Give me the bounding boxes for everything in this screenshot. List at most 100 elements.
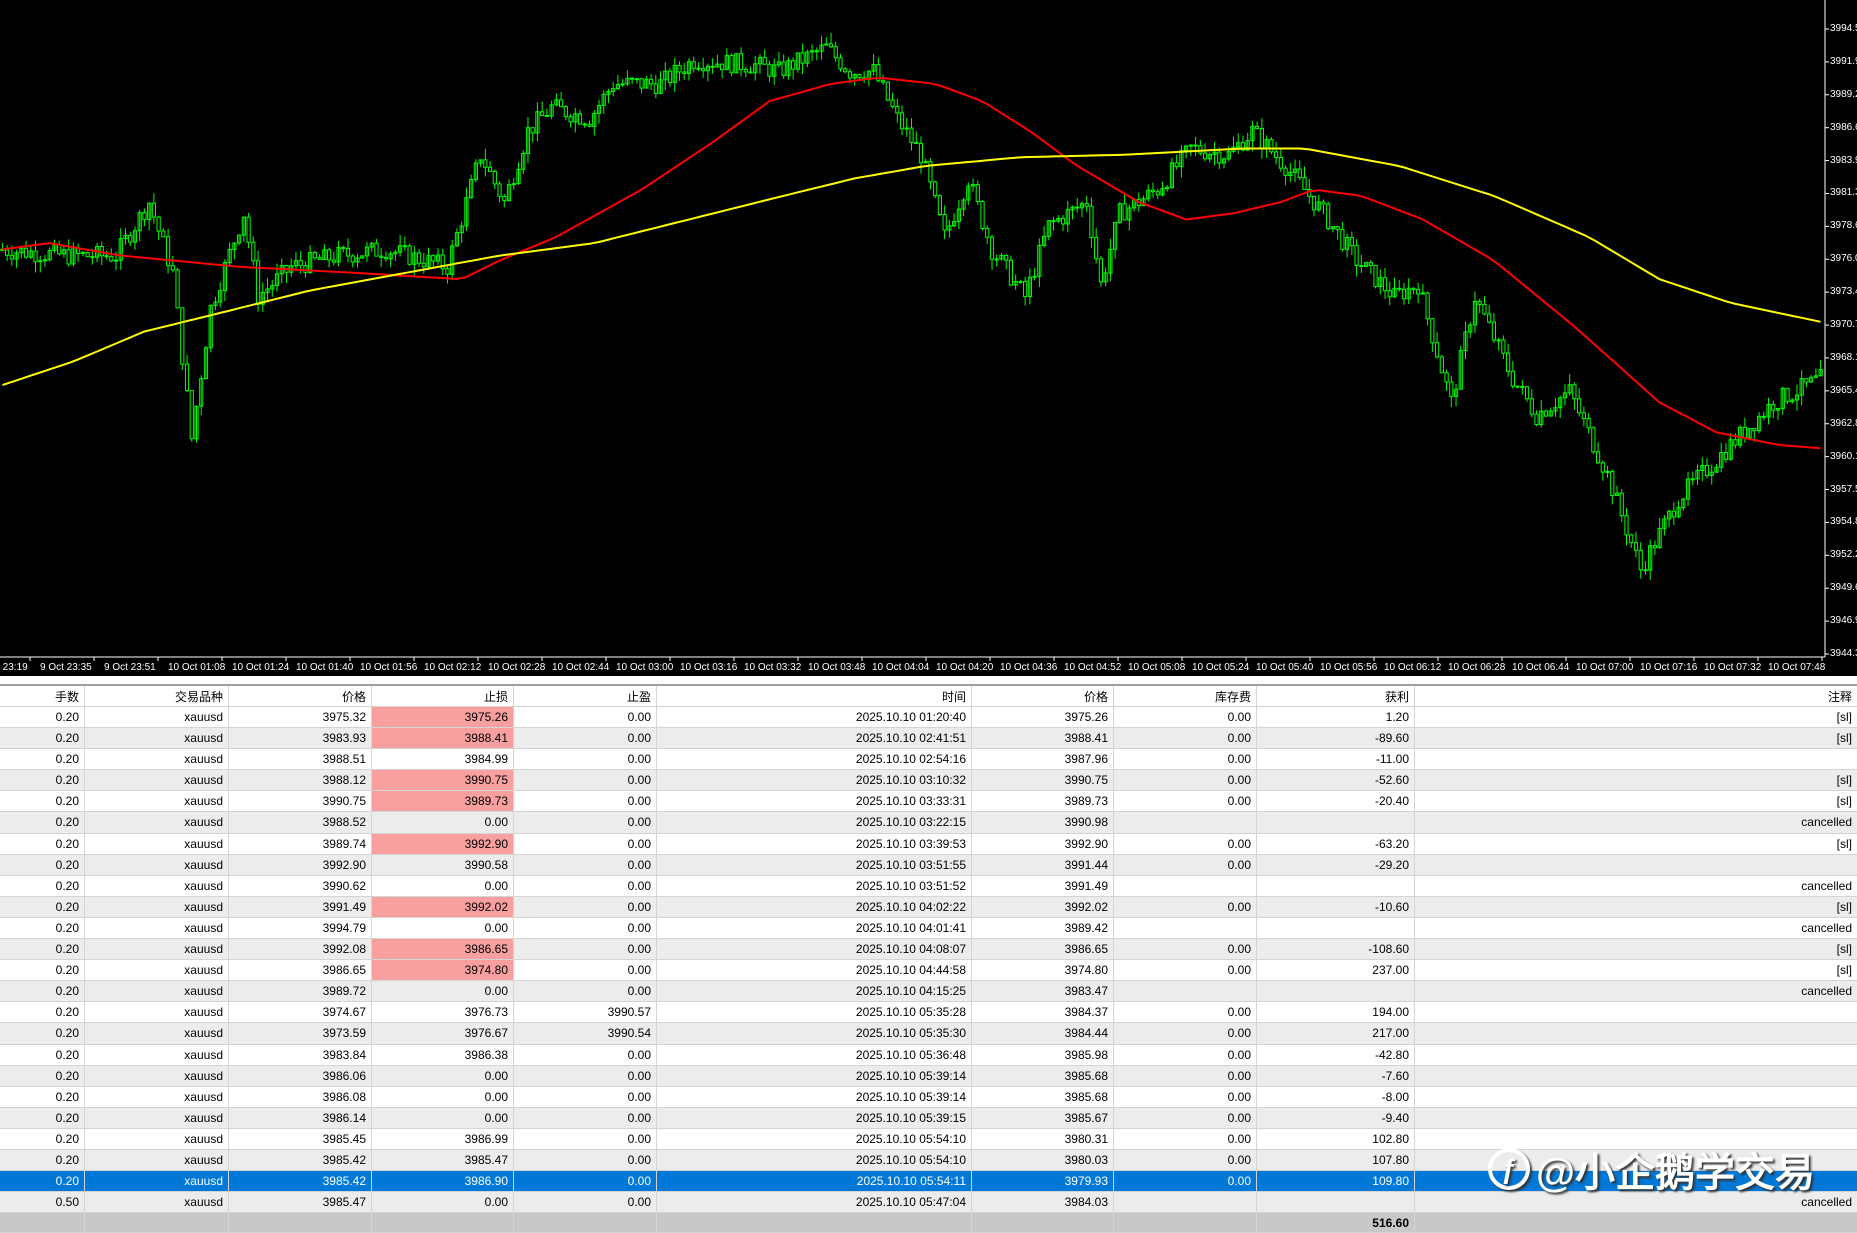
- cell-open-price: 3986.06: [229, 1065, 372, 1086]
- candle: [791, 60, 796, 70]
- cell-swap: 0.00: [1114, 960, 1257, 981]
- candle: [833, 46, 838, 59]
- candle: [890, 99, 895, 107]
- cell-open-price: 3991.49: [229, 896, 372, 917]
- table-row[interactable]: 0.20 xauusd 3983.84 3986.38 0.00 2025.10.10 0…: [0, 1044, 1857, 1066]
- cell-stop-loss: 0.00: [372, 1086, 514, 1107]
- table-row[interactable]: 0.20 xauusd 3992.90 3990.58 0.00 2025.10.10 0…: [0, 854, 1857, 876]
- cell-profit: [1257, 981, 1415, 1002]
- table-row[interactable]: 0.20 xauusd 3975.32 3975.26 0.00 2025.10.10 0…: [0, 707, 1857, 729]
- table-row[interactable]: 0.20 xauusd 3974.67 3976.73 3990.57 2025.10.1…: [0, 1002, 1857, 1024]
- column-header[interactable]: 时间: [657, 686, 972, 706]
- cell-stop-loss: 3989.73: [372, 791, 514, 812]
- candle: [23, 247, 29, 258]
- cell-symbol: xauusd: [85, 1086, 229, 1107]
- candle: [1638, 549, 1643, 571]
- cell-take-profit: 0.00: [514, 1149, 657, 1171]
- cell-comment: cancelled: [1801, 920, 1852, 935]
- cell-take-profit: 0.00: [514, 1044, 657, 1065]
- table-row[interactable]: 0.20 xauusd 3988.51 3984.99 0.00 2025.10.10 0…: [0, 749, 1857, 771]
- cell-profit: [1257, 812, 1415, 833]
- column-header[interactable]: 价格: [229, 686, 372, 706]
- candle: [1321, 201, 1326, 205]
- table-row[interactable]: 0.20 xauusd 3989.72 0.00 0.00 2025.10.10 04:1…: [0, 981, 1857, 1003]
- cell-profit: -108.60: [1257, 939, 1415, 960]
- table-row[interactable]: 0.20 xauusd 3986.65 3974.80 0.00 2025.10.10 0…: [0, 960, 1857, 982]
- cell-close-price: 3983.47: [972, 981, 1114, 1002]
- candle: [161, 230, 166, 238]
- price-axis-label: 3962.8: [1830, 417, 1857, 429]
- cell-symbol: xauusd: [85, 981, 229, 1002]
- candle: [1387, 290, 1392, 298]
- table-row[interactable]: 0.20 xauusd 3986.14 0.00 0.00 2025.10.10 05:3…: [0, 1107, 1857, 1129]
- candle: [80, 252, 85, 255]
- column-header[interactable]: 获利: [1257, 686, 1415, 706]
- candle: [341, 246, 346, 249]
- cell-take-profit: 0.00: [514, 875, 657, 896]
- cell-close-price: 3985.68: [972, 1065, 1114, 1086]
- time-axis-label: 10 Oct 05:08: [1128, 662, 1186, 673]
- cell-profit: -63.20: [1257, 833, 1415, 854]
- cell-open-price: 3986.08: [229, 1086, 372, 1107]
- column-header[interactable]: 止盈: [514, 686, 657, 706]
- cell-stop-loss: 3992.02: [372, 896, 514, 917]
- time-axis-label: 10 Oct 04:20: [936, 662, 994, 673]
- candle: [530, 127, 535, 134]
- cell-swap: [1114, 875, 1257, 896]
- column-header[interactable]: 库存费: [1114, 686, 1257, 706]
- cell-profit: [1257, 1192, 1415, 1213]
- candle: [1008, 259, 1014, 286]
- cell-lots: 0.20: [0, 1149, 85, 1171]
- table-row[interactable]: 0.20 xauusd 3991.49 3992.02 0.00 2025.10.10 0…: [0, 896, 1857, 918]
- time-axis-label: 10 Oct 04:04: [872, 662, 930, 673]
- cell-close-price: 3984.37: [972, 1002, 1114, 1023]
- candle: [620, 83, 625, 86]
- table-row[interactable]: 0.20 xauusd 3986.08 0.00 0.00 2025.10.10 05:3…: [0, 1086, 1857, 1108]
- table-row[interactable]: 0.20 xauusd 3992.08 3986.65 0.00 2025.10.10 0…: [0, 939, 1857, 961]
- price-axis-label: 3989.2: [1830, 88, 1857, 100]
- cell-lots: 0.20: [0, 1044, 85, 1065]
- candle: [568, 116, 573, 123]
- table-row[interactable]: 0.20 xauusd 3994.79 0.00 0.00 2025.10.10 04:0…: [0, 917, 1857, 940]
- table-row[interactable]: 0.20 xauusd 3990.75 3989.73 0.00 2025.10.10 0…: [0, 791, 1857, 813]
- table-row[interactable]: 0.20 xauusd 3986.06 0.00 0.00 2025.10.10 05:3…: [0, 1065, 1857, 1087]
- table-row[interactable]: 0.20 xauusd 3973.59 3976.67 3990.54 2025.10.1…: [0, 1023, 1857, 1045]
- table-row[interactable]: 0.20 xauusd 3983.93 3988.41 0.00 2025.10.10 0…: [0, 728, 1857, 750]
- column-header[interactable]: 手数: [0, 686, 85, 706]
- cell-close-price: 3989.73: [972, 791, 1114, 812]
- candle: [937, 195, 943, 216]
- price-axis-label: 3957.5: [1830, 483, 1857, 495]
- column-header[interactable]: 价格: [972, 686, 1114, 706]
- cell-comment: [sl]: [1836, 942, 1852, 957]
- candle: [1577, 398, 1582, 414]
- cell-symbol: xauusd: [85, 875, 229, 896]
- table-row[interactable]: 0.20 xauusd 3989.74 3992.90 0.00 2025.10.10 0…: [0, 833, 1857, 855]
- candle: [1543, 410, 1549, 417]
- column-header[interactable]: 注释: [1415, 686, 1857, 706]
- watermark-logo-icon: ƒ: [1488, 1148, 1530, 1190]
- column-header[interactable]: 交易品种: [85, 686, 229, 706]
- candle: [1624, 515, 1629, 536]
- table-row[interactable]: 0.20 xauusd 3988.12 3990.75 0.00 2025.10.10 0…: [0, 770, 1857, 792]
- cell-time: 2025.10.10 04:08:07: [657, 939, 972, 960]
- candle: [738, 53, 744, 70]
- candle: [1600, 462, 1605, 473]
- table-row[interactable]: 0.20 xauusd 3988.52 0.00 0.00 2025.10.10 03:2…: [0, 812, 1857, 834]
- candle: [994, 258, 999, 261]
- table-row[interactable]: 0.20 xauusd 3990.62 0.00 0.00 2025.10.10 03:5…: [0, 875, 1857, 897]
- cell-open-price: 3986.65: [229, 960, 372, 981]
- cell-symbol: xauusd: [85, 707, 229, 728]
- candle: [933, 181, 938, 197]
- time-axis-label: 10 Oct 01:56: [360, 662, 418, 673]
- cell-open-price: 3985.42: [229, 1171, 372, 1192]
- price-chart[interactable]: 3994.5 3991.9 3989.2 3986.6 3983.9 3981.3 3978…: [0, 0, 1857, 676]
- cell-open-price: 3983.93: [229, 728, 372, 749]
- cell-swap: 0.00: [1114, 1023, 1257, 1044]
- cell-swap: 0.00: [1114, 1171, 1257, 1192]
- column-header[interactable]: 止损: [372, 686, 514, 706]
- candle: [1610, 470, 1615, 497]
- candle: [1311, 195, 1317, 211]
- candle: [1018, 281, 1023, 284]
- cell-swap: 0.00: [1114, 1107, 1257, 1128]
- cell-symbol: xauusd: [85, 1002, 229, 1023]
